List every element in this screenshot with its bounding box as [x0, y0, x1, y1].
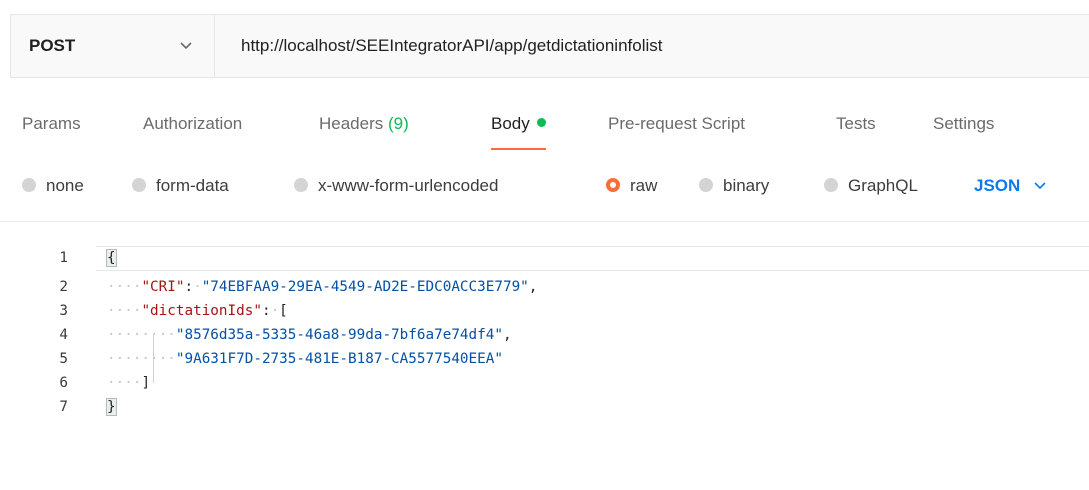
- colon: :: [261, 303, 271, 319]
- tab-body[interactable]: Body: [491, 114, 546, 152]
- tab-settings[interactable]: Settings: [933, 114, 994, 152]
- tab-pre-request-script[interactable]: Pre-request Script: [608, 114, 745, 152]
- line-code: ····]: [107, 375, 151, 391]
- editor-line: 5 ········"9A631F7D-2735-481E-B187-CA557…: [0, 347, 1089, 371]
- editor-line: 2 ····"CRI":·"74EBFAA9-29EA-4549-AD2E-ED…: [0, 275, 1089, 299]
- radio-none[interactable]: none: [22, 176, 84, 196]
- radio-binary[interactable]: binary: [699, 176, 769, 196]
- tab-params[interactable]: Params: [22, 114, 81, 152]
- code-editor[interactable]: 1 { 2 ····"CRI":·"74EBFAA9-29EA-4549-AD2…: [0, 236, 1089, 466]
- tab-label: Pre-request Script: [608, 114, 745, 133]
- language-dropdown[interactable]: JSON: [974, 176, 1046, 196]
- line-number: 5: [59, 351, 68, 367]
- brace: {: [106, 249, 117, 267]
- line-code: ········"9A631F7D-2735-481E-B187-CA55775…: [107, 351, 503, 367]
- editor-line: 1 {: [0, 246, 1089, 271]
- line-code: ········"8576d35a-5335-46a8-99da-7bf6a7e…: [107, 327, 512, 343]
- radio-circle: [606, 178, 620, 192]
- language-label: JSON: [974, 176, 1021, 195]
- bracket: ]: [141, 375, 151, 391]
- colon: :: [184, 279, 194, 295]
- radio-form-data[interactable]: form-data: [132, 176, 229, 196]
- radio-raw[interactable]: raw: [606, 176, 657, 196]
- method-label: POST: [29, 36, 76, 55]
- radio-circle: [22, 178, 36, 192]
- radio-x-www-form-urlencoded[interactable]: x-www-form-urlencoded: [294, 176, 498, 196]
- chevron-down-icon: [1034, 182, 1046, 190]
- editor-line: 3 ····"dictationIds":·[: [0, 299, 1089, 323]
- line-number: 1: [59, 250, 68, 266]
- tab-tests[interactable]: Tests: [836, 114, 876, 152]
- line-number: 4: [59, 327, 68, 343]
- json-string: "74EBFAA9-29EA-4549-AD2E-EDC0ACC3E779": [201, 279, 529, 295]
- tab-label: Settings: [933, 114, 995, 133]
- tab-headers[interactable]: Headers (9): [319, 114, 409, 152]
- chevron-down-icon: [180, 42, 192, 50]
- brace: }: [106, 398, 117, 416]
- json-key: "dictationIds": [141, 303, 262, 319]
- body-type-selector: none form-data x-www-form-urlencoded raw…: [0, 162, 1089, 222]
- radio-label: raw: [630, 176, 658, 195]
- body-indicator-dot: [536, 118, 546, 127]
- request-bar: POST http://localhost/SEEIntegratorAPI/a…: [10, 14, 1089, 78]
- line-number: 3: [59, 303, 68, 319]
- radio-label: form-data: [156, 176, 229, 195]
- radio-circle: [132, 178, 146, 192]
- tab-label: Authorization: [143, 114, 243, 133]
- line-code: ····"CRI":·"74EBFAA9-29EA-4549-AD2E-EDC0…: [107, 279, 538, 295]
- json-key: "CRI": [141, 279, 185, 295]
- bracket: [: [279, 303, 288, 319]
- comma: ,: [528, 279, 538, 295]
- radio-circle: [699, 178, 713, 192]
- json-string: "9A631F7D-2735-481E-B187-CA5577540EEA": [175, 351, 503, 367]
- line-number: 7: [59, 399, 68, 415]
- line-code: }: [106, 395, 117, 419]
- url-input[interactable]: http://localhost/SEEIntegratorAPI/app/ge…: [215, 36, 662, 56]
- editor-line: 6 ····]: [0, 371, 1089, 395]
- tab-label: Params: [22, 114, 81, 133]
- method-selector[interactable]: POST: [11, 15, 215, 77]
- editor-line: 7 }: [0, 395, 1089, 419]
- line-number: 2: [59, 279, 68, 295]
- radio-circle: [294, 178, 308, 192]
- radio-label: GraphQL: [848, 176, 918, 195]
- radio-label: binary: [723, 176, 770, 195]
- tab-label: Headers: [319, 114, 384, 133]
- line-number: 6: [59, 375, 68, 391]
- comma: ,: [502, 327, 512, 343]
- headers-count-badge: (9): [388, 114, 409, 133]
- line-code: ····"dictationIds":·[: [107, 303, 288, 319]
- tab-authorization[interactable]: Authorization: [143, 114, 242, 152]
- radio-circle: [824, 178, 838, 192]
- radio-label: x-www-form-urlencoded: [318, 176, 499, 195]
- tab-label: Tests: [836, 114, 876, 133]
- json-string: "8576d35a-5335-46a8-99da-7bf6a7e74df4": [175, 327, 503, 343]
- editor-line: 4 ········"8576d35a-5335-46a8-99da-7bf6a…: [0, 323, 1089, 347]
- tab-label: Body: [491, 114, 530, 133]
- radio-label: none: [46, 176, 84, 195]
- radio-graphql[interactable]: GraphQL: [824, 176, 918, 196]
- line-code: {: [106, 246, 117, 270]
